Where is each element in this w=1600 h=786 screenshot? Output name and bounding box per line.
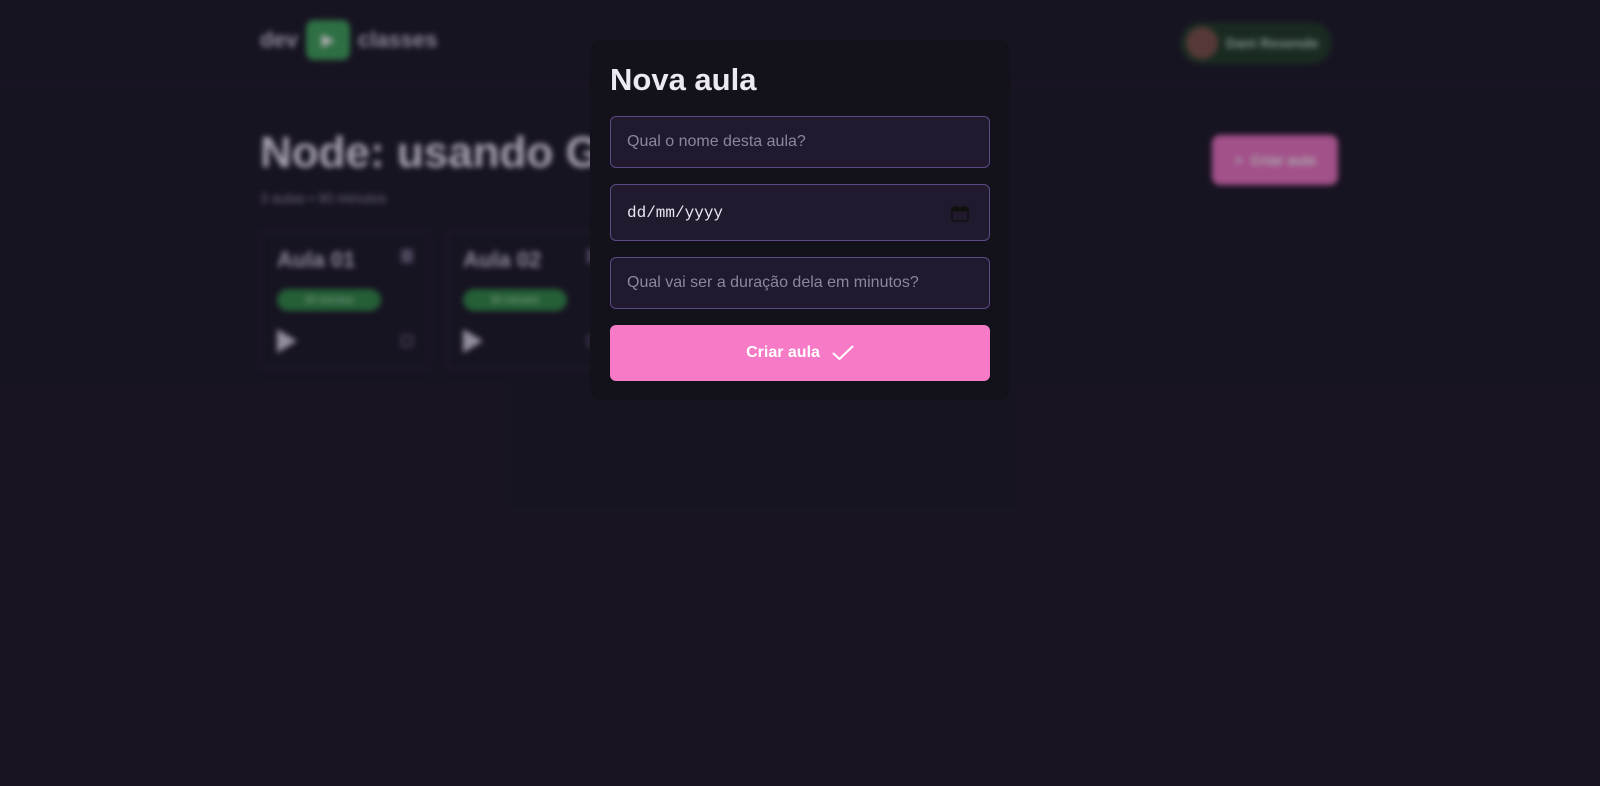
new-lesson-modal: Nova aula dd/mm/yyyy Criar aula bbox=[590, 40, 1010, 400]
lesson-date-field[interactable]: dd/mm/yyyy bbox=[610, 184, 990, 241]
lesson-duration-input[interactable] bbox=[611, 258, 989, 308]
lesson-name-field bbox=[610, 116, 990, 168]
modal-title: Nova aula bbox=[610, 62, 757, 97]
date-input[interactable]: dd/mm/yyyy bbox=[627, 185, 723, 240]
submit-label: Criar aula bbox=[746, 344, 820, 361]
check-icon bbox=[832, 345, 854, 360]
lesson-name-input[interactable] bbox=[611, 117, 989, 167]
create-lesson-submit-button[interactable]: Criar aula bbox=[610, 325, 990, 381]
lesson-duration-field bbox=[610, 257, 990, 309]
calendar-icon[interactable] bbox=[951, 205, 969, 222]
